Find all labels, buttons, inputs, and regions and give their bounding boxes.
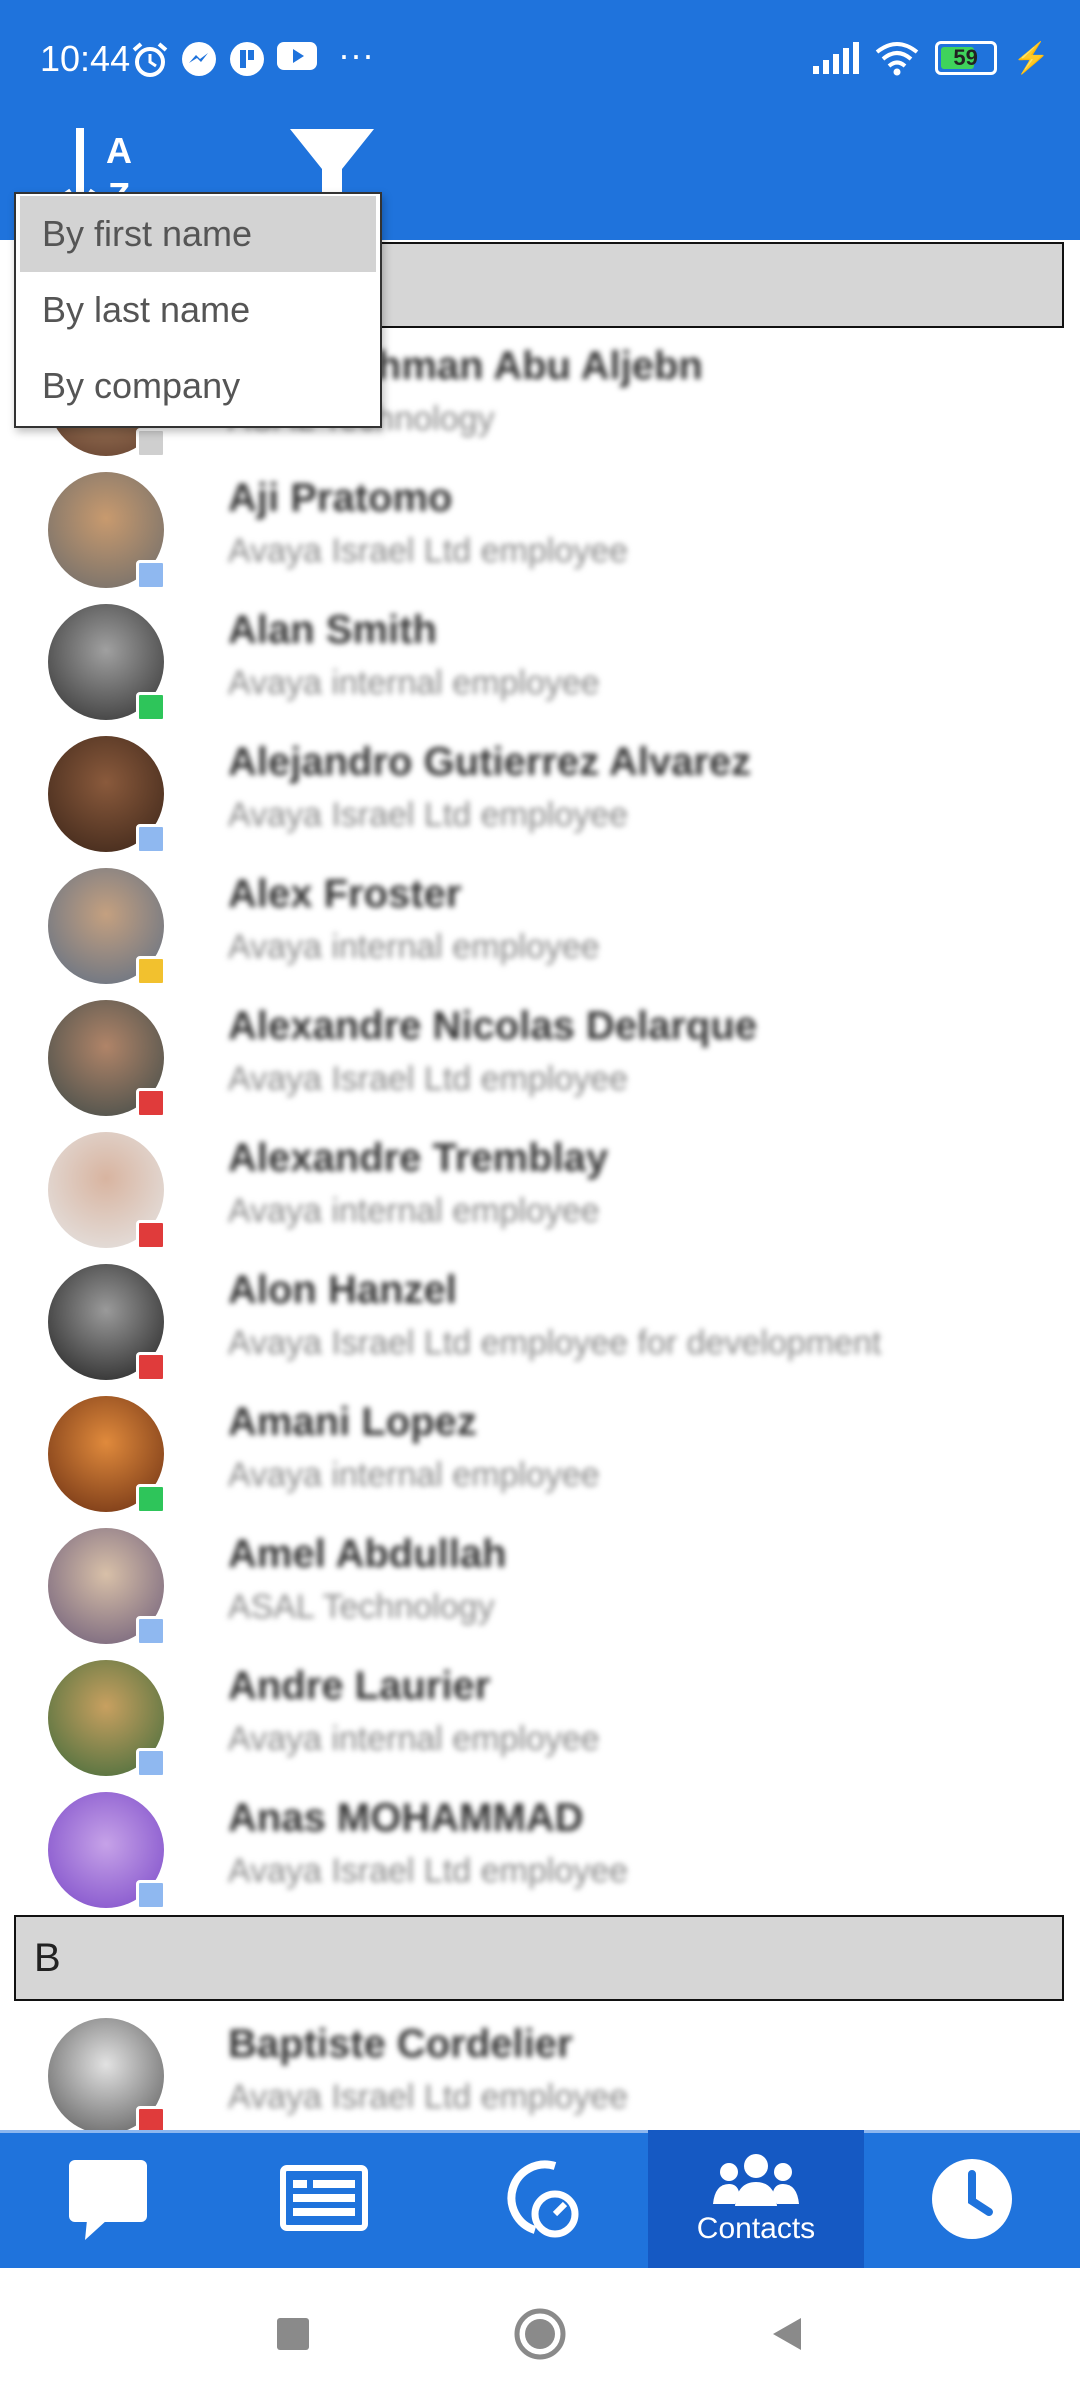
sort-option-last-name[interactable]: By last name: [16, 272, 380, 348]
charging-icon: ⚡: [1012, 41, 1050, 75]
list-icon: [280, 2165, 368, 2231]
section-header-b: B: [14, 1915, 1064, 2001]
nav-tab-contacts[interactable]: Contacts: [648, 2130, 864, 2268]
contact-row[interactable]: Alexandre Nicolas Delarque Avaya Israel …: [0, 990, 1080, 1122]
presence-status-icon: [136, 1088, 166, 1118]
youtube-icon: [277, 42, 317, 70]
contact-subtitle: Avaya Israel Ltd employee for developmen…: [228, 1324, 882, 1362]
presence-status-icon: [136, 560, 166, 590]
contact-subtitle: Avaya internal employee: [228, 928, 600, 966]
contact-subtitle: Avaya internal employee: [228, 664, 600, 702]
svg-text:A: A: [106, 130, 132, 171]
chat-icon: [69, 2160, 147, 2240]
system-navigation-bar: [0, 2268, 1080, 2400]
nav-tab-history[interactable]: [864, 2130, 1080, 2268]
back-icon[interactable]: [767, 2314, 807, 2354]
recent-apps-icon[interactable]: [273, 2314, 313, 2354]
clock-icon: [932, 2159, 1012, 2239]
status-bar: 10:44 ··· 59 ⚡: [0, 0, 1080, 115]
contact-name: Aji Pratomo: [228, 476, 453, 520]
contact-row[interactable]: Amani Lopez Avaya internal employee: [0, 1386, 1080, 1518]
messenger-icon: [182, 42, 216, 76]
more-notifications-icon: ···: [338, 34, 374, 75]
app-icon: [230, 42, 264, 76]
contact-name: Amel Abdullah: [228, 1532, 507, 1576]
signal-icon: [812, 42, 859, 74]
home-icon[interactable]: [513, 2307, 567, 2361]
contact-row[interactable]: Anas MOHAMMAD Avaya Israel Ltd employee: [0, 1782, 1080, 1914]
contact-name: Alex Froster: [228, 872, 462, 916]
contact-row[interactable]: Andre Laurier Avaya internal employee: [0, 1650, 1080, 1782]
bottom-navigation: Contacts: [0, 2130, 1080, 2268]
contact-subtitle: Avaya Israel Ltd employee: [228, 1060, 629, 1098]
nav-tab-label: Contacts: [696, 2212, 816, 2245]
battery-icon: 59: [934, 41, 997, 75]
presence-status-icon: [136, 1748, 166, 1778]
contact-name: Alexandre Tremblay: [228, 1136, 609, 1180]
sort-menu: By first name By last name By company: [14, 192, 382, 428]
contact-row[interactable]: Alex Froster Avaya internal employee: [0, 858, 1080, 990]
presence-status-icon: [136, 1220, 166, 1250]
section-letter: B: [34, 1935, 61, 1980]
contact-row[interactable]: Alexandre Tremblay Avaya internal employ…: [0, 1122, 1080, 1254]
presence-status-icon: [136, 824, 166, 854]
wifi-icon: [875, 42, 918, 76]
presence-status-icon: [136, 956, 166, 986]
contact-row[interactable]: Amel Abdullah ASAL Technology: [0, 1518, 1080, 1650]
contact-row[interactable]: Alan Smith Avaya internal employee: [0, 594, 1080, 726]
nav-tab-feed[interactable]: [216, 2130, 432, 2268]
nav-tab-messages[interactable]: [0, 2130, 216, 2268]
contact-name: Alon Hanzel: [228, 1268, 457, 1312]
contact-name: Alan Smith: [228, 608, 437, 652]
contact-name: Amani Lopez: [228, 1400, 477, 1444]
contact-row[interactable]: Alejandro Gutierrez Alvarez Avaya Israel…: [0, 726, 1080, 858]
contact-row[interactable]: Alon Hanzel Avaya Israel Ltd employee fo…: [0, 1254, 1080, 1386]
contact-subtitle: Avaya Israel Ltd employee: [228, 2078, 629, 2116]
contact-subtitle: Avaya internal employee: [228, 1720, 600, 1758]
sort-option-company[interactable]: By company: [16, 348, 380, 424]
presence-status-icon: [136, 1880, 166, 1910]
contact-name: Alejandro Gutierrez Alvarez: [228, 740, 752, 784]
contact-subtitle: Avaya Israel Ltd employee: [228, 796, 629, 834]
contact-name: Alexandre Nicolas Delarque: [228, 1004, 758, 1048]
clock-time: 10:44: [40, 38, 131, 79]
notification-icons: ···: [130, 34, 374, 80]
presence-status-icon: [136, 692, 166, 722]
contact-name: Baptiste Cordelier: [228, 2022, 573, 2066]
contact-subtitle: Avaya Israel Ltd employee: [228, 1852, 629, 1890]
contact-subtitle: ASAL Technology: [228, 1588, 495, 1626]
contact-row[interactable]: Baptiste Cordelier Avaya Israel Ltd empl…: [0, 2008, 1080, 2140]
contacts-icon: [713, 2154, 799, 2206]
nav-tab-dashboard[interactable]: [432, 2130, 648, 2268]
presence-status-icon: [136, 428, 166, 458]
alarm-icon: [132, 42, 168, 77]
battery-level: 59: [953, 45, 978, 70]
presence-status-icon: [136, 1352, 166, 1382]
presence-status-icon: [136, 1484, 166, 1514]
contact-subtitle: Avaya internal employee: [228, 1456, 600, 1494]
presence-status-icon: [136, 1616, 166, 1646]
contact-subtitle: Avaya Israel Ltd employee: [228, 532, 629, 570]
contact-name: Andre Laurier: [228, 1664, 491, 1708]
contact-subtitle: Avaya internal employee: [228, 1192, 600, 1230]
dashboard-icon: [507, 2160, 579, 2238]
sort-option-first-name[interactable]: By first name: [20, 196, 376, 272]
contact-row[interactable]: Aji Pratomo Avaya Israel Ltd employee: [0, 462, 1080, 594]
contact-name: Anas MOHAMMAD: [228, 1796, 584, 1840]
